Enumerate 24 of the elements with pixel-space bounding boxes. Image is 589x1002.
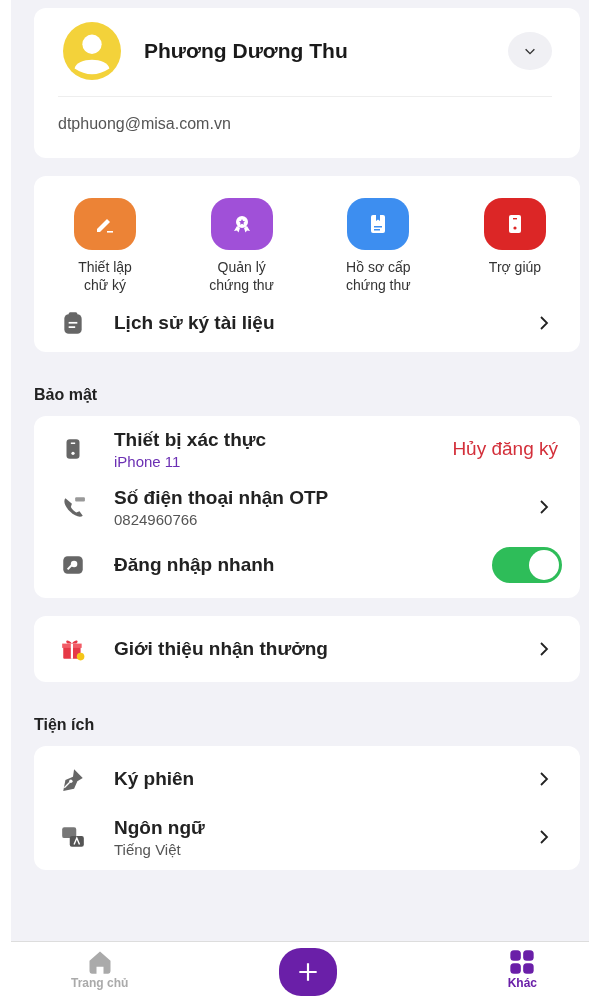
profile-name: Phương Dương Thu	[144, 39, 349, 63]
chevron-icon	[538, 499, 550, 515]
quick-action[interactable]: Quản lý chứng thư	[186, 198, 297, 294]
settings-row[interactable]: Thiết bị xác thực iPhone 11 Hủy đăng ký	[34, 420, 580, 478]
add-button[interactable]	[279, 948, 337, 996]
toggle-switch[interactable]	[492, 547, 562, 583]
chevron-icon	[538, 771, 550, 787]
section-title: Tiện ích	[34, 716, 96, 734]
settings-row[interactable]: Đăng nhập nhanh	[34, 536, 580, 594]
history-row[interactable]: Lịch sử ký tài liệu	[34, 294, 580, 352]
chevron-icon	[538, 641, 550, 657]
grid-icon	[508, 948, 537, 976]
chevron-icon	[538, 315, 550, 331]
nav-tab[interactable]: Khác	[507, 948, 537, 990]
settings-row[interactable]: Số điện thoại nhận OTP 0824960766	[34, 478, 580, 536]
section-title: Bảo mật	[34, 386, 99, 404]
settings-row[interactable]: Giới thiệu nhận thưởng	[34, 620, 580, 678]
chevron-icon	[538, 829, 550, 845]
profile-email: dtphuong@misa.com.vn	[58, 114, 232, 133]
quick-action[interactable]: Trợ giúp	[459, 198, 570, 294]
quick-action[interactable]: Thiết lập chữ ký	[50, 198, 160, 294]
settings-row[interactable]: Ký phiên	[34, 750, 580, 808]
settings-row[interactable]: Ngôn ngữ Tiếng Việt	[34, 808, 580, 866]
quick-action[interactable]: Hồ sơ cấp chứng thư	[323, 198, 434, 294]
